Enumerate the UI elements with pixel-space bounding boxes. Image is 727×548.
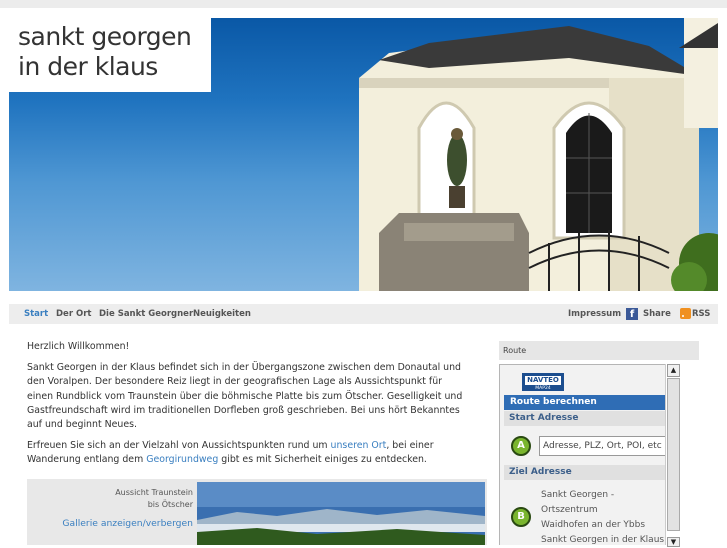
nav-item-die-sankt-georgner[interactable]: Die Sankt Georgner [99, 304, 193, 324]
nav-item-neuigkeiten[interactable]: Neuigkeiten [193, 304, 251, 324]
dest-option[interactable]: Sankt Georgen in der Klaus [541, 533, 671, 548]
explore-text-a: Erfreuen Sie sich an der Vielzahl von Au… [27, 440, 331, 452]
top-strip [0, 0, 727, 8]
intro-paragraph: Sankt Georgen in der Klaus befindet sich… [27, 362, 463, 431]
rss-icon [680, 308, 691, 319]
georgirundweg-link[interactable]: Georgirundweg [146, 454, 218, 465]
explore-text-c: gibt es mit Sicherheit einiges zu entdec… [218, 454, 427, 466]
navteo-logo: NAVTEO MAP24 [522, 373, 564, 391]
arrow-up-icon[interactable]: ▲ [667, 364, 680, 377]
dest-address-label: Ziel Adresse [504, 465, 665, 480]
gallery-toggle-link[interactable]: Gallerie anzeigen/verbergen [62, 518, 193, 529]
main-content: Herzlich Willkommen! Sankt Georgen in de… [27, 340, 467, 475]
nav-item-der-ort[interactable]: Der Ort [56, 304, 91, 324]
route-scrollbar[interactable]: ▲ ▼ [665, 364, 681, 547]
gallery-panel: Aussicht Traunstein bis Ötscher Gallerie… [27, 479, 487, 545]
navteo-logo-text: NAVTEO [524, 375, 562, 386]
gallery-image[interactable] [197, 482, 485, 545]
arrow-down-icon[interactable]: ▼ [667, 537, 680, 547]
site-logo[interactable]: sankt georgen in der klaus [9, 18, 211, 92]
start-address-label: Start Adresse [504, 411, 665, 426]
explore-paragraph: Erfreuen Sie sich an der Vielzahl von Au… [27, 439, 467, 467]
gallery-caption-line-1: Aussicht Traunstein [115, 488, 193, 497]
share-label: Share [643, 309, 671, 319]
rss-label: RSS [692, 309, 711, 319]
logo-line-1: sankt georgen [18, 22, 192, 51]
nav-impressum-link[interactable]: Impressum [568, 304, 621, 324]
dest-marker-icon: B [511, 507, 531, 527]
start-marker-icon: A [511, 436, 531, 456]
rss-link[interactable]: RSS [680, 304, 710, 324]
share-button[interactable]: f Share [626, 304, 671, 324]
unserer-ort-link[interactable]: unseren Ort [331, 440, 387, 451]
nav-item-start[interactable]: Start [24, 304, 48, 324]
route-calc-bar: Route berechnen [504, 395, 665, 410]
start-address-input[interactable] [539, 436, 666, 456]
dest-option[interactable]: Ortszentrum [541, 503, 671, 518]
scrollbar-thumb[interactable] [667, 378, 680, 531]
dest-option[interactable]: Sankt Georgen - [541, 488, 671, 503]
dest-option[interactable]: Waidhofen an der Ybbs [541, 518, 671, 533]
facebook-icon: f [626, 307, 638, 320]
main-nav: Start Der Ort Die Sankt Georgner Neuigke… [9, 304, 718, 324]
greeting: Herzlich Willkommen! [27, 341, 130, 352]
dest-address-list: Sankt Georgen - Ortszentrum Waidhofen an… [541, 488, 671, 548]
gallery-caption-line-2: bis Ötscher [147, 500, 193, 509]
route-heading: Route [499, 341, 699, 360]
navteo-logo-sub: MAP24 [535, 386, 551, 391]
gallery-caption: Aussicht Traunstein bis Ötscher [115, 487, 193, 511]
logo-line-2: in der klaus [18, 52, 158, 81]
